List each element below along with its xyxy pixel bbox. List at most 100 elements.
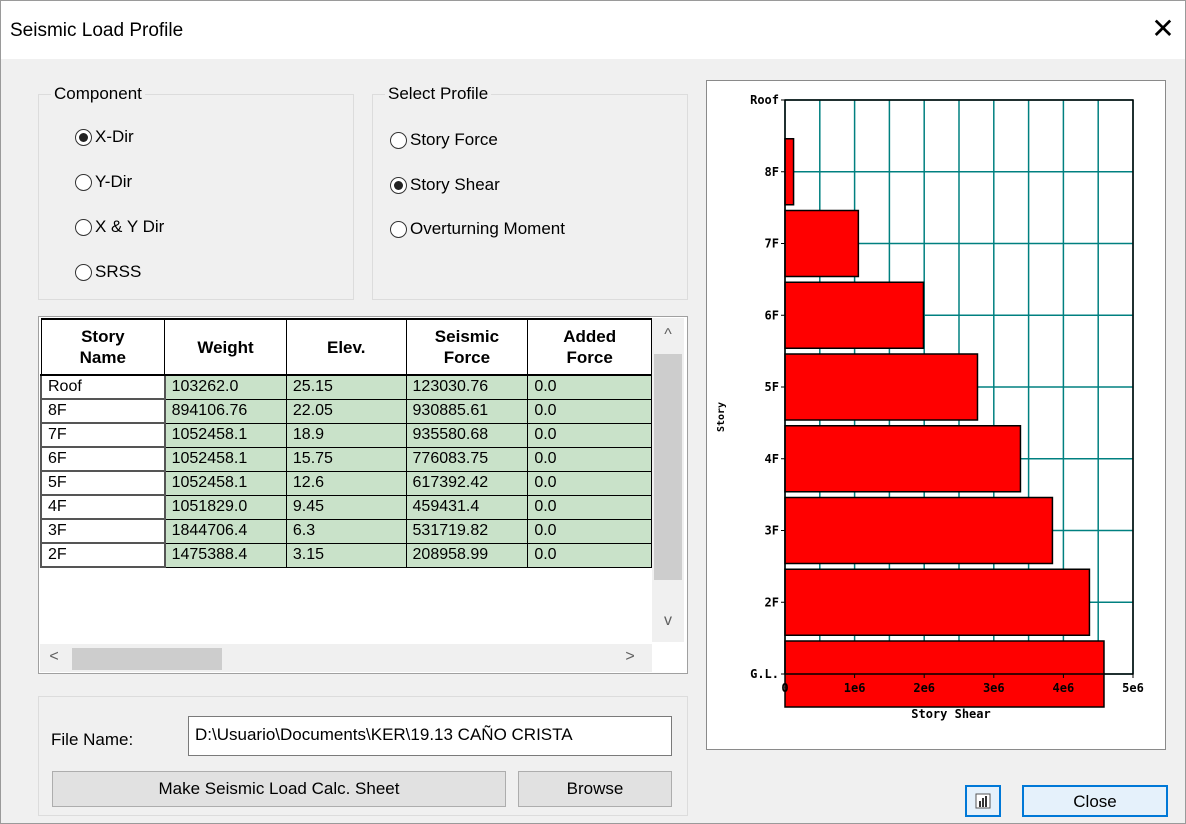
table-row[interactable]: 4F 1051829.0 9.45 459431.4 0.0: [40, 494, 652, 520]
table-cell[interactable]: 776083.75: [405, 446, 529, 472]
table-cell[interactable]: 25.15: [285, 374, 407, 400]
story-name-cell[interactable]: Roof: [40, 374, 166, 400]
make-seismic-sheet-button[interactable]: Make Seismic Load Calc. Sheet: [52, 771, 506, 807]
table-row[interactable]: 2F 1475388.4 3.15 208958.99 0.0: [40, 542, 652, 568]
radio-story-force[interactable]: Story Force: [390, 130, 498, 150]
story-name-cell[interactable]: 5F: [40, 470, 166, 496]
table-header-row: Story Name Weight Elev. Seismic Force Adde…: [40, 318, 652, 376]
radio-overturning-moment[interactable]: Overturning Moment: [390, 219, 565, 239]
story-name-cell[interactable]: 4F: [40, 494, 166, 520]
story-name-cell[interactable]: 7F: [40, 422, 166, 448]
header-seismic-force-line1: Seismic: [434, 327, 500, 346]
radio-overturning-moment-icon[interactable]: [390, 220, 407, 238]
radio-y-dir[interactable]: Y-Dir: [75, 172, 132, 192]
table-row[interactable]: 3F 1844706.4 6.3 531719.82 0.0: [40, 518, 652, 544]
story-name-cell[interactable]: 6F: [40, 446, 166, 472]
x-axis-label: Story Shear: [911, 707, 990, 721]
table-vertical-scroll-thumb[interactable]: [654, 354, 682, 580]
scroll-left-icon[interactable]: <: [44, 648, 64, 666]
x-tick-label: 4e6: [1053, 681, 1075, 695]
table-cell[interactable]: 1052458.1: [164, 446, 287, 472]
header-added-force[interactable]: Added Force: [527, 318, 652, 376]
radio-story-shear-icon[interactable]: [390, 176, 407, 194]
radio-xy-dir[interactable]: X & Y Dir: [75, 217, 164, 237]
component-group-label: Component: [51, 84, 145, 104]
table-cell[interactable]: 1475388.4: [164, 542, 287, 568]
story-name-cell[interactable]: 3F: [40, 518, 166, 544]
header-elev[interactable]: Elev.: [285, 318, 407, 376]
table-cell[interactable]: 0.0: [527, 494, 652, 520]
header-added-force-line2: Force: [566, 348, 613, 367]
table-cell[interactable]: 1052458.1: [164, 422, 287, 448]
radio-x-dir[interactable]: X-Dir: [75, 127, 134, 147]
table-row[interactable]: 6F 1052458.1 15.75 776083.75 0.0: [40, 446, 652, 472]
radio-xy-dir-icon[interactable]: [75, 218, 92, 236]
chart-export-button[interactable]: [965, 785, 1001, 817]
header-weight[interactable]: Weight: [164, 318, 287, 376]
table-cell[interactable]: 1051829.0: [164, 494, 287, 520]
bar-5f: [784, 353, 979, 421]
table-cell[interactable]: 935580.68: [405, 422, 529, 448]
table-cell[interactable]: 617392.42: [405, 470, 529, 496]
radio-story-shear[interactable]: Story Shear: [390, 175, 500, 195]
table-cell[interactable]: 15.75: [285, 446, 407, 472]
table-cell[interactable]: 208958.99: [405, 542, 529, 568]
radio-x-dir-label: X-Dir: [95, 127, 134, 146]
story-shear-chart: Roof 8F 7F 6F 5F 4F 3F 2F G.L.0 1e6 2e6 3e6 4e6 5e6 St…: [716, 93, 1144, 721]
table-cell[interactable]: 894106.76: [164, 398, 287, 424]
table-cell[interactable]: 459431.4: [405, 494, 529, 520]
table-horizontal-scroll-thumb[interactable]: [72, 648, 222, 670]
header-seismic-force[interactable]: Seismic Force: [405, 318, 529, 376]
table-cell[interactable]: 1844706.4: [164, 518, 287, 544]
table-row[interactable]: Roof 103262.0 25.15 123030.76 0.0: [40, 374, 652, 400]
table-cell[interactable]: 0.0: [527, 446, 652, 472]
browse-button[interactable]: Browse: [518, 771, 672, 807]
radio-y-dir-icon[interactable]: [75, 173, 92, 191]
radio-srss[interactable]: SRSS: [75, 262, 141, 282]
radio-story-force-icon[interactable]: [390, 131, 407, 149]
table-row[interactable]: 8F 894106.76 22.05 930885.61 0.0: [40, 398, 652, 424]
x-tick-label: 5e6: [1122, 681, 1144, 695]
story-name-cell[interactable]: 2F: [40, 542, 166, 568]
scroll-right-icon[interactable]: >: [620, 648, 640, 666]
table-cell[interactable]: 12.6: [285, 470, 407, 496]
y-tick-label: 5F: [765, 380, 779, 394]
table-cell[interactable]: 0.0: [527, 398, 652, 424]
table-row[interactable]: 7F 1052458.1 18.9 935580.68 0.0: [40, 422, 652, 448]
table-cell[interactable]: 22.05: [285, 398, 407, 424]
y-tick-label: G.L.: [750, 667, 779, 681]
table-cell[interactable]: 6.3: [285, 518, 407, 544]
window-title: Seismic Load Profile: [10, 20, 184, 41]
close-window-icon[interactable]: ✕: [1148, 14, 1178, 44]
y-tick-label: 8F: [765, 165, 779, 179]
table-cell[interactable]: 9.45: [285, 494, 407, 520]
bar-8f: [784, 137, 795, 206]
file-name-input[interactable]: D:\Usuario\Documents\KER\19.13 CAÑO CRIS…: [188, 716, 672, 756]
bar-6f: [784, 281, 925, 350]
header-seismic-force-line2: Force: [443, 348, 491, 367]
radio-srss-icon[interactable]: [75, 263, 92, 281]
table-row[interactable]: 5F 1052458.1 12.6 617392.42 0.0: [40, 470, 652, 496]
profile-group: [372, 94, 688, 300]
scroll-down-icon[interactable]: v: [658, 612, 678, 630]
table-cell[interactable]: 18.9: [285, 422, 407, 448]
close-button[interactable]: Close: [1022, 785, 1168, 817]
table-cell[interactable]: 3.15: [285, 542, 407, 568]
table-cell[interactable]: 0.0: [527, 374, 652, 400]
scroll-up-icon[interactable]: ^: [658, 326, 678, 344]
table-cell[interactable]: 531719.82: [405, 518, 529, 544]
table-cell[interactable]: 1052458.1: [164, 470, 287, 496]
table-cell[interactable]: 103262.0: [164, 374, 287, 400]
y-tick-label: 7F: [765, 237, 779, 251]
header-elev-label: Elev.: [327, 337, 366, 357]
x-tick-label: 0: [781, 681, 788, 695]
table-cell[interactable]: 0.0: [527, 422, 652, 448]
header-story-name[interactable]: Story Name: [40, 318, 166, 376]
table-cell[interactable]: 0.0: [527, 542, 652, 568]
table-cell[interactable]: 0.0: [527, 470, 652, 496]
story-name-cell[interactable]: 8F: [40, 398, 166, 424]
table-cell[interactable]: 930885.61: [405, 398, 529, 424]
table-cell[interactable]: 123030.76: [405, 374, 529, 400]
radio-x-dir-icon[interactable]: [75, 128, 92, 146]
table-cell[interactable]: 0.0: [527, 518, 652, 544]
